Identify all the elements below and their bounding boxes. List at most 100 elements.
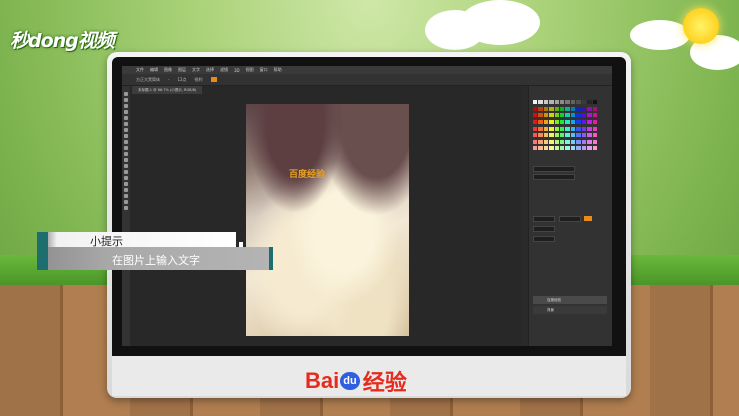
- color-swatch[interactable]: [533, 126, 538, 131]
- color-swatch[interactable]: [576, 100, 581, 104]
- menu-item[interactable]: 3D: [234, 68, 240, 73]
- color-swatch[interactable]: [570, 126, 576, 131]
- lasso-tool-icon[interactable]: [124, 104, 128, 108]
- color-swatch[interactable]: [587, 113, 592, 118]
- menu-item[interactable]: 滤镜: [220, 67, 228, 73]
- color-swatch[interactable]: [570, 113, 576, 118]
- gradient-tool-icon[interactable]: [124, 158, 128, 162]
- color-swatch[interactable]: [543, 146, 549, 151]
- font-size-field[interactable]: [533, 216, 555, 222]
- color-swatch[interactable]: [565, 126, 570, 131]
- swatches-panel[interactable]: [533, 100, 597, 152]
- color-swatch[interactable]: [543, 119, 549, 124]
- color-swatch[interactable]: [554, 126, 560, 131]
- color-swatch[interactable]: [592, 139, 597, 144]
- color-swatch[interactable]: [576, 126, 581, 131]
- character-style-field[interactable]: [533, 174, 575, 180]
- color-swatch[interactable]: [570, 100, 576, 104]
- color-swatch[interactable]: [538, 146, 543, 151]
- crop-tool-icon[interactable]: [124, 116, 128, 120]
- font-family-select[interactable]: 方正大黑简体: [136, 77, 160, 83]
- canvas-text-layer[interactable]: 百度经验: [289, 167, 325, 180]
- brush-tool-icon[interactable]: [124, 134, 128, 138]
- color-swatch[interactable]: [543, 126, 549, 131]
- color-swatch[interactable]: [581, 119, 587, 124]
- color-swatch[interactable]: [587, 100, 592, 104]
- magic-wand-tool-icon[interactable]: [124, 110, 128, 114]
- color-swatch[interactable]: [587, 146, 592, 151]
- color-swatch[interactable]: [587, 126, 592, 131]
- color-swatch[interactable]: [538, 139, 543, 144]
- scale-field[interactable]: [533, 236, 555, 242]
- color-swatch[interactable]: [533, 119, 538, 124]
- zoom-tool-icon[interactable]: [124, 206, 128, 210]
- menu-item[interactable]: 编辑: [150, 67, 158, 73]
- color-swatch[interactable]: [533, 133, 538, 138]
- font-size-select[interactable]: 12点: [177, 77, 186, 83]
- color-swatch[interactable]: [565, 100, 570, 104]
- font-style-select[interactable]: -: [168, 77, 169, 82]
- color-swatch[interactable]: [592, 126, 597, 131]
- color-swatch[interactable]: [549, 113, 554, 118]
- color-swatch[interactable]: [533, 100, 538, 104]
- color-swatch[interactable]: [565, 113, 570, 118]
- color-swatch[interactable]: [565, 146, 570, 151]
- color-swatch[interactable]: [554, 113, 560, 118]
- color-swatch[interactable]: [581, 133, 587, 138]
- menu-item[interactable]: 视图: [246, 67, 254, 73]
- eyedropper-tool-icon[interactable]: [124, 122, 128, 126]
- color-field[interactable]: [584, 216, 592, 221]
- color-swatch[interactable]: [560, 100, 565, 104]
- layer-row[interactable]: 背景: [533, 306, 607, 314]
- color-swatch[interactable]: [592, 106, 597, 111]
- color-swatch[interactable]: [576, 139, 581, 144]
- color-swatch[interactable]: [554, 146, 560, 151]
- color-swatch[interactable]: [576, 146, 581, 151]
- history-brush-tool-icon[interactable]: [124, 146, 128, 150]
- color-swatch[interactable]: [549, 100, 554, 104]
- antialias-select[interactable]: 锐利: [195, 77, 203, 83]
- color-swatch[interactable]: [570, 146, 576, 151]
- color-swatch[interactable]: [543, 139, 549, 144]
- color-swatch[interactable]: [576, 106, 581, 111]
- color-swatch[interactable]: [570, 106, 576, 111]
- color-swatch[interactable]: [538, 100, 543, 104]
- color-swatch[interactable]: [549, 106, 554, 111]
- type-tool-icon[interactable]: [124, 182, 128, 186]
- color-swatch[interactable]: [587, 106, 592, 111]
- color-swatch[interactable]: [565, 133, 570, 138]
- menu-item[interactable]: 图层: [178, 67, 186, 73]
- color-swatch[interactable]: [592, 119, 597, 124]
- path-select-tool-icon[interactable]: [124, 188, 128, 192]
- color-swatch[interactable]: [560, 133, 565, 138]
- color-swatch[interactable]: [560, 126, 565, 131]
- menu-item[interactable]: 帮助: [274, 67, 282, 73]
- color-swatch[interactable]: [592, 146, 597, 151]
- color-swatch[interactable]: [549, 139, 554, 144]
- tracking-field[interactable]: [533, 226, 555, 232]
- shape-tool-icon[interactable]: [124, 194, 128, 198]
- color-swatch[interactable]: [592, 133, 597, 138]
- color-swatch[interactable]: [587, 139, 592, 144]
- color-swatch[interactable]: [538, 133, 543, 138]
- color-swatch[interactable]: [581, 146, 587, 151]
- color-swatch[interactable]: [554, 100, 560, 104]
- color-swatch[interactable]: [581, 126, 587, 131]
- color-swatch[interactable]: [587, 119, 592, 124]
- blur-tool-icon[interactable]: [124, 164, 128, 168]
- dodge-tool-icon[interactable]: [124, 170, 128, 174]
- color-swatch[interactable]: [560, 113, 565, 118]
- marquee-tool-icon[interactable]: [124, 98, 128, 102]
- color-swatch[interactable]: [549, 146, 554, 151]
- color-swatch[interactable]: [592, 100, 597, 104]
- color-swatch[interactable]: [543, 100, 549, 104]
- color-swatch[interactable]: [554, 133, 560, 138]
- move-tool-icon[interactable]: [124, 92, 128, 96]
- color-swatch[interactable]: [538, 106, 543, 111]
- color-swatch[interactable]: [554, 119, 560, 124]
- color-swatch[interactable]: [565, 139, 570, 144]
- character-font-field[interactable]: [533, 166, 575, 172]
- color-swatch[interactable]: [576, 133, 581, 138]
- color-swatch[interactable]: [533, 146, 538, 151]
- color-swatch[interactable]: [533, 106, 538, 111]
